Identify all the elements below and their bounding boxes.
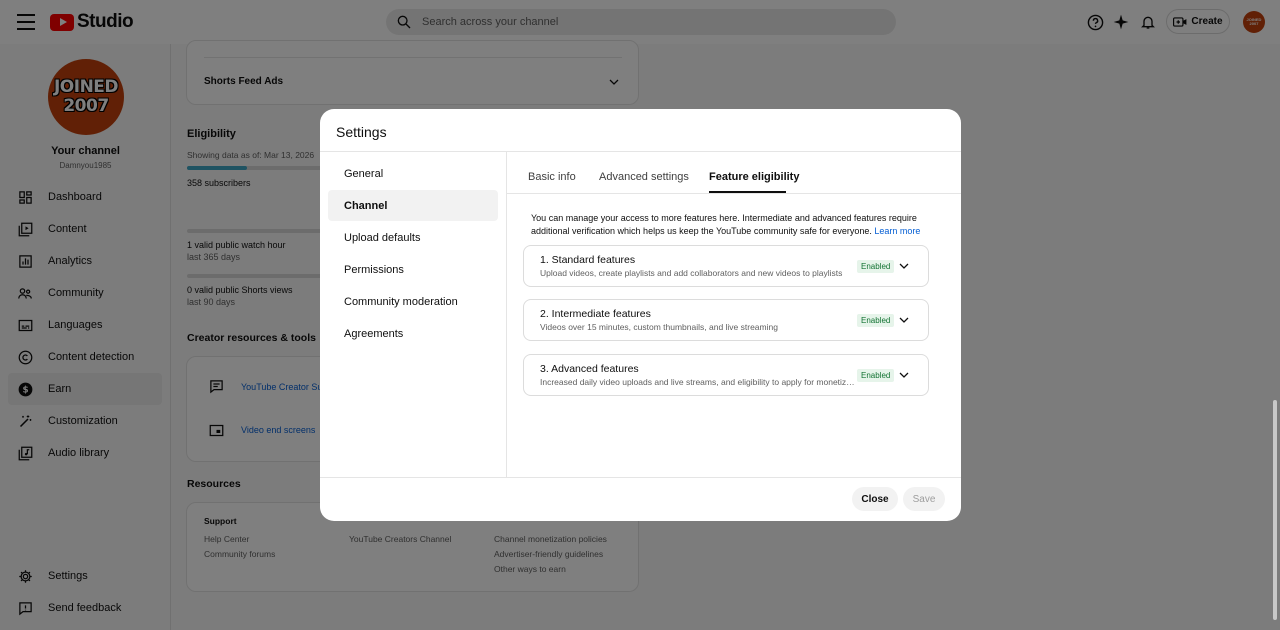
tab-basic-info[interactable]: Basic info [528, 171, 576, 183]
active-tab-indicator [709, 191, 786, 193]
close-button[interactable]: Close [852, 487, 898, 511]
chevron-down-icon[interactable] [898, 260, 910, 272]
feature-subtitle: Increased daily video uploads and live s… [540, 377, 856, 387]
status-badge: Enabled [857, 369, 895, 382]
tab-feature-eligibility[interactable]: Feature eligibility [709, 171, 799, 183]
divider [320, 151, 961, 152]
feature-advanced[interactable]: 3. Advanced features Increased daily vid… [523, 354, 929, 396]
settings-nav-channel[interactable]: Channel [328, 190, 498, 221]
feature-title: 2. Intermediate features [540, 308, 651, 320]
save-button[interactable]: Save [903, 487, 945, 511]
divider [507, 193, 961, 194]
status-badge: Enabled [857, 260, 895, 273]
settings-nav-agreements[interactable]: Agreements [328, 318, 498, 349]
description-text: You can manage your access to more featu… [531, 213, 917, 236]
feature-intermediate[interactable]: 2. Intermediate features Videos over 15 … [523, 299, 929, 341]
feature-eligibility-description: You can manage your access to more featu… [531, 212, 921, 238]
settings-nav-permissions[interactable]: Permissions [328, 254, 498, 285]
tab-advanced-settings[interactable]: Advanced settings [599, 171, 689, 183]
chevron-down-icon[interactable] [898, 314, 910, 326]
settings-nav-community-moderation[interactable]: Community moderation [328, 286, 498, 317]
feature-title: 1. Standard features [540, 254, 636, 266]
divider [506, 152, 507, 477]
settings-dialog: Settings General Channel Upload defaults… [320, 109, 961, 521]
feature-subtitle: Upload videos, create playlists and add … [540, 268, 843, 278]
feature-standard[interactable]: 1. Standard features Upload videos, crea… [523, 245, 929, 287]
page-scrollbar[interactable] [1273, 400, 1277, 620]
feature-subtitle: Videos over 15 minutes, custom thumbnail… [540, 322, 778, 332]
settings-nav-upload-defaults[interactable]: Upload defaults [328, 222, 498, 253]
dialog-title: Settings [336, 124, 387, 140]
feature-title: 3. Advanced features [540, 363, 639, 375]
status-badge: Enabled [857, 314, 895, 327]
settings-nav-general[interactable]: General [328, 158, 498, 189]
learn-more-link[interactable]: Learn more [874, 226, 920, 236]
chevron-down-icon[interactable] [898, 369, 910, 381]
divider [320, 477, 961, 478]
